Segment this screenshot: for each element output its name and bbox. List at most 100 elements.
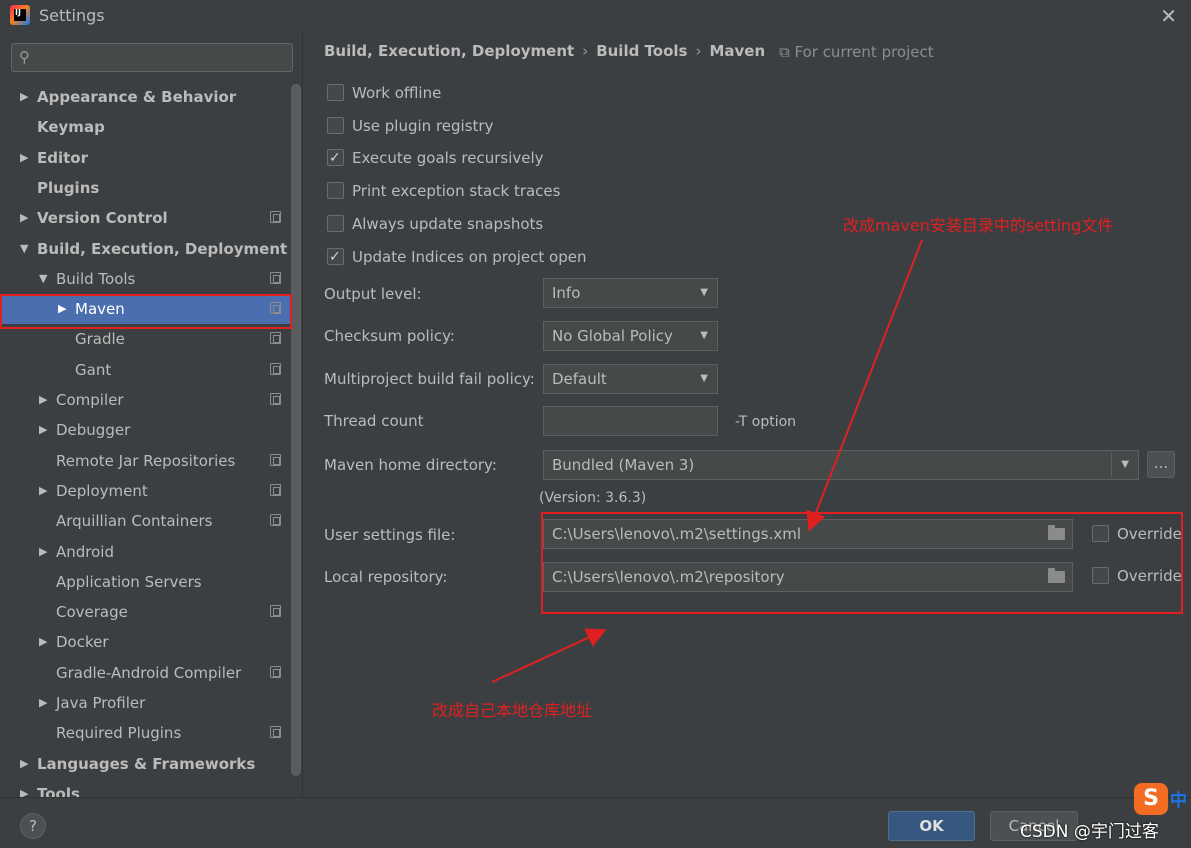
title-bar: IJ Settings ✕ (0, 0, 1191, 32)
sidebar-item-gradle-android-compiler[interactable]: Gradle-Android Compiler (0, 658, 290, 688)
sidebar-item-languages-frameworks[interactable]: ▶ Languages & Frameworks (0, 749, 290, 779)
fail-policy-dropdown[interactable]: Default ▼ (543, 364, 718, 394)
collapsed-arrow-icon[interactable]: ▶ (20, 82, 28, 112)
checkbox[interactable] (327, 117, 344, 134)
collapsed-arrow-icon[interactable]: ▶ (20, 779, 28, 797)
collapsed-arrow-icon[interactable]: ▶ (39, 627, 47, 657)
sidebar-item-label: Build, Execution, Deployment (37, 239, 288, 258)
thread-count-input[interactable] (543, 406, 718, 436)
browse-maven-home-button[interactable]: ... (1147, 451, 1175, 478)
output-level-dropdown[interactable]: Info ▼ (543, 278, 718, 308)
sidebar-item-debugger[interactable]: ▶ Debugger (0, 415, 290, 445)
ok-button[interactable]: OK (888, 811, 975, 841)
sidebar-item-docker[interactable]: ▶ Docker (0, 627, 290, 657)
expanded-arrow-icon[interactable]: ▼ (39, 264, 47, 294)
intellij-app-icon: IJ (10, 5, 30, 25)
repository-annotation: 改成自己本地仓库地址 (432, 701, 593, 720)
sidebar-item-label: Compiler (56, 391, 124, 409)
collapsed-arrow-icon[interactable]: ▶ (39, 415, 47, 445)
checkbox[interactable] (327, 182, 344, 199)
chevron-down-icon: ▼ (700, 287, 708, 298)
checkbox[interactable] (327, 84, 344, 101)
sidebar-item-build-tools[interactable]: ▼ Build Tools (0, 264, 290, 294)
checkbox[interactable] (327, 215, 344, 232)
dropdown-divider (1111, 453, 1112, 477)
sidebar-item-editor[interactable]: ▶ Editor (0, 143, 290, 173)
thread-count-label: Thread count (324, 412, 424, 430)
sidebar-item-label: Docker (56, 633, 109, 652)
checksum-policy-dropdown[interactable]: No Global Policy ▼ (543, 321, 718, 351)
update-snapshots-label: Always update snapshots (352, 215, 544, 233)
sidebar-item-required-plugins[interactable]: Required Plugins (0, 718, 290, 748)
collapsed-arrow-icon[interactable]: ▶ (39, 476, 47, 506)
collapsed-arrow-icon[interactable]: ▶ (20, 203, 28, 233)
sidebar-item-label: Build Tools (56, 269, 136, 288)
sidebar-item-label: Languages & Frameworks (37, 754, 256, 773)
thread-count-hint: -T option (735, 414, 797, 430)
sidebar-item-label: Version Control (37, 209, 168, 228)
sidebar-item-label: Android (56, 542, 114, 561)
breadcrumb-separator: › (582, 42, 589, 60)
project-scope-icon (270, 726, 281, 739)
help-button[interactable]: ? (20, 813, 46, 839)
sidebar-item-appearance-behavior[interactable]: ▶ Appearance & Behavior (0, 82, 290, 112)
sidebar-item-application-servers[interactable]: Application Servers (0, 567, 290, 597)
maven-highlight-box (0, 294, 292, 329)
sidebar-item-label: Required Plugins (56, 724, 182, 743)
sidebar-item-plugins[interactable]: Plugins (0, 173, 290, 203)
sidebar-item-deployment[interactable]: ▶ Deployment (0, 476, 290, 506)
sidebar-item-java-profiler[interactable]: ▶ Java Profiler (0, 688, 290, 718)
sidebar-item-keymap[interactable]: Keymap (0, 112, 290, 142)
expanded-arrow-icon[interactable]: ▼ (20, 234, 28, 264)
collapsed-arrow-icon[interactable]: ▶ (39, 385, 47, 415)
checksum-policy-value: No Global Policy (552, 327, 673, 345)
for-current-project-text: For current project (794, 43, 934, 61)
sidebar-item-label: Java Profiler (56, 694, 146, 712)
search-input[interactable]: ⚲ (11, 43, 293, 72)
sidebar-item-arquillian-containers[interactable]: Arquillian Containers (0, 506, 290, 536)
fail-policy-label: Multiproject build fail policy: (324, 370, 535, 388)
collapsed-arrow-icon[interactable]: ▶ (20, 143, 28, 173)
sidebar-scrollbar[interactable] (291, 84, 301, 776)
sidebar-item-label: Debugger (56, 421, 131, 440)
checkbox[interactable] (327, 245, 344, 269)
sidebar-item-build-execution-deployment[interactable]: ▼ Build, Execution, Deployment (0, 234, 290, 264)
sogou-logo-icon: S (1134, 783, 1168, 815)
breadcrumb: Build, Execution, Deployment › Build Tools… (324, 42, 773, 62)
project-scope-icon (270, 483, 281, 496)
sidebar-item-label: Tools (37, 784, 80, 797)
sidebar-item-android[interactable]: ▶ Android (0, 537, 290, 567)
ime-chinese-badge: 中 (1170, 791, 1187, 811)
maven-home-dropdown[interactable]: Bundled (Maven 3) ▼ (543, 450, 1139, 480)
sidebar-item-label: Gradle-Android Compiler (56, 663, 242, 682)
plugin-registry-label: Use plugin registry (352, 117, 494, 135)
sidebar-item-remote-jar-repositories[interactable]: Remote Jar Repositories (0, 446, 290, 476)
sidebar-item-coverage[interactable]: Coverage (0, 597, 290, 627)
breadcrumb-build-execution[interactable]: Build, Execution, Deployment (324, 42, 574, 60)
dialog-footer: ? OK Cancel CSDN @宇门过客 (0, 797, 1191, 848)
sidebar-item-tools[interactable]: ▶ Tools (0, 779, 290, 797)
output-level-label: Output level: (324, 285, 422, 303)
project-scope-icon (270, 453, 281, 466)
collapsed-arrow-icon[interactable]: ▶ (20, 749, 28, 779)
breadcrumb-build-tools[interactable]: Build Tools (596, 42, 687, 60)
update-indices-label: Update Indices on project open (352, 248, 587, 266)
project-scope-icon (270, 393, 281, 405)
user-settings-label: User settings file: (324, 526, 456, 544)
maven-home-label: Maven home directory: (324, 456, 497, 474)
close-icon[interactable]: ✕ (1160, 4, 1177, 28)
project-scope-icon (270, 332, 281, 345)
sidebar-item-label: Remote Jar Repositories (56, 451, 236, 470)
checkbox[interactable] (327, 146, 344, 170)
sidebar-item-gant[interactable]: Gant (0, 355, 290, 385)
sidebar-item-label: Keymap (37, 118, 105, 137)
sidebar-item-label: Deployment (56, 481, 148, 500)
project-scope-icon (270, 605, 281, 618)
breadcrumb-maven: Maven (709, 42, 766, 60)
sidebar-item-compiler[interactable]: ▶ Compiler (0, 385, 290, 415)
maven-version-label: (Version: 3.6.3) (539, 490, 647, 506)
csdn-watermark: CSDN @宇门过客 (1020, 822, 1159, 842)
collapsed-arrow-icon[interactable]: ▶ (39, 537, 47, 567)
sidebar-item-version-control[interactable]: ▶ Version Control (0, 203, 290, 233)
collapsed-arrow-icon[interactable]: ▶ (39, 688, 47, 718)
